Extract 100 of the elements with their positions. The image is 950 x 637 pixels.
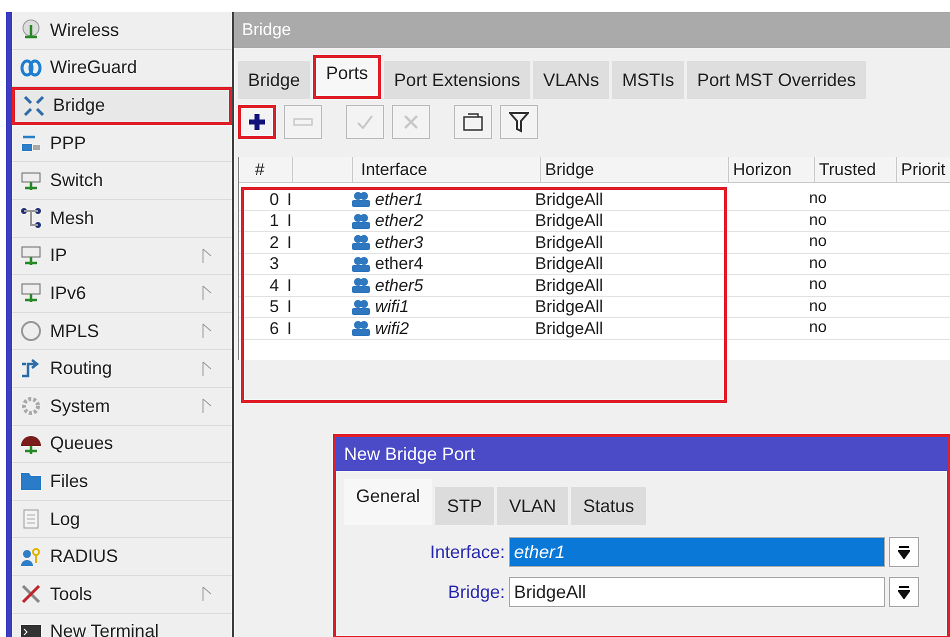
table-cell-text: wifi1 <box>375 296 410 318</box>
table-cell-text: no <box>808 254 827 274</box>
interface-icon <box>351 320 371 336</box>
table-cell-text: ether3 <box>375 232 424 254</box>
sidebar-item[interactable]: IPv6 <box>12 275 232 313</box>
link-icon <box>20 56 42 79</box>
plus-icon <box>247 112 267 132</box>
sidebar-item[interactable]: System <box>12 388 232 426</box>
sidebar-item[interactable]: Log <box>12 500 232 538</box>
table-cell-text: no <box>808 210 827 231</box>
sidebar-label: PPP <box>50 132 88 155</box>
table-row[interactable]: 2 I ether3 BridgeAll no <box>239 232 950 254</box>
sidebar-item[interactable]: Mesh <box>12 200 232 238</box>
folder-icon <box>20 470 42 492</box>
filter-icon <box>509 111 529 133</box>
table-cell-text: wifi2 <box>375 318 410 340</box>
interface-icon <box>351 277 371 294</box>
table-cell-text: BridgeAll <box>534 274 604 296</box>
table-cell-text: BridgeAll <box>534 232 604 254</box>
antenna-icon <box>20 19 42 42</box>
tab[interactable]: Port Extensions <box>384 61 530 99</box>
dropdown-arrow-icon <box>898 545 910 559</box>
dropdown-button[interactable] <box>889 537 919 567</box>
dropdown-field[interactable]: BridgeAll <box>509 577 885 607</box>
sidebar-item[interactable]: Routing <box>12 350 232 388</box>
table-cell-text: ether5 <box>375 274 424 296</box>
column-header[interactable]: Trusted <box>815 157 897 182</box>
table-cell-text: 1 <box>268 210 280 232</box>
comment-button[interactable] <box>454 105 492 139</box>
add-button[interactable] <box>238 105 276 139</box>
dropdown-button[interactable] <box>889 577 919 607</box>
sidebar-item[interactable]: Tools <box>12 576 232 614</box>
tab[interactable]: General <box>344 479 432 525</box>
interface-icon <box>351 212 371 229</box>
table-cell-text: ether1 <box>375 188 424 210</box>
sidebar-item[interactable]: Switch <box>12 162 232 200</box>
sidebar-item[interactable]: Bridge <box>12 87 232 125</box>
table-cell-text: ether2 <box>375 210 424 232</box>
sidebar-item[interactable]: MPLS <box>12 312 232 350</box>
table-cell: I <box>287 190 292 208</box>
sidebar-label: Files <box>50 470 90 493</box>
sidebar-label: RADIUS <box>50 545 120 568</box>
table-row[interactable]: 3 ether4 BridgeAll no <box>239 254 950 275</box>
column-header[interactable]: Priorit <box>897 157 950 182</box>
tab[interactable]: Bridge <box>238 61 310 99</box>
tab[interactable]: MSTIs <box>612 61 684 99</box>
table-cell-text: no <box>808 296 827 317</box>
table-cell-text: no <box>808 189 827 210</box>
minus-icon <box>293 118 313 126</box>
table-cell: I <box>287 297 292 316</box>
sidebar-item[interactable]: RADIUS <box>12 538 232 576</box>
interface-icon <box>351 191 371 208</box>
circle-icon <box>20 320 42 342</box>
sidebar-item[interactable]: Wireless <box>12 12 232 50</box>
sidebar-item[interactable]: IP <box>12 238 232 276</box>
table-cell: I <box>287 211 292 230</box>
sidebar-label: Tools <box>50 582 94 606</box>
tab[interactable]: STP <box>435 487 494 525</box>
dropdown-field[interactable]: ether1 <box>509 537 885 567</box>
table-cell-text: 0 <box>268 188 280 210</box>
table-cell-text: BridgeAll <box>534 210 604 232</box>
arrows-icon <box>23 94 45 117</box>
users-icon <box>20 546 42 568</box>
table-row[interactable]: 4 I ether5 BridgeAll no <box>239 275 950 296</box>
switch-icon <box>20 170 42 192</box>
column-header[interactable]: Bridge <box>541 157 729 182</box>
table-cell-text: BridgeAll <box>534 296 604 318</box>
field-label: Interface: <box>428 540 506 564</box>
table-row[interactable]: 0 I ether1 BridgeAll no <box>239 189 950 210</box>
table-cell-text: no <box>808 318 827 338</box>
column-header[interactable]: # <box>239 157 293 182</box>
sidebar-label: Bridge <box>53 94 106 118</box>
tab[interactable]: Status <box>571 487 646 525</box>
table-cell: I <box>287 232 292 252</box>
tab[interactable]: VLANs <box>533 61 610 99</box>
sidebar-item[interactable]: Files <box>12 463 232 501</box>
sidebar-item[interactable]: Queues <box>12 426 232 464</box>
column-header[interactable]: Interface <box>353 157 541 182</box>
sidebar-label: IPv6 <box>50 282 88 305</box>
sidebar-label: Queues <box>50 432 114 456</box>
table-cell-text: 3 <box>268 253 280 275</box>
tab[interactable]: Port MST Overrides <box>687 61 866 99</box>
sidebar-item[interactable]: PPP <box>12 124 232 162</box>
table-cell-text: no <box>808 275 827 296</box>
table-row[interactable]: 5 I wifi1 BridgeAll no <box>239 296 950 318</box>
sidebar-label: MPLS <box>50 320 100 343</box>
tab[interactable]: VLAN <box>497 487 568 525</box>
sidebar-label: Wireless <box>50 18 120 42</box>
sidebar-label: Switch <box>50 169 104 192</box>
table-row[interactable]: 6 I wifi2 BridgeAll no <box>239 318 950 340</box>
tab[interactable]: Ports <box>313 55 382 99</box>
note-icon <box>463 113 483 131</box>
filter-button[interactable] <box>500 105 538 139</box>
table-cell-text: no <box>808 232 827 252</box>
table-cell: I <box>287 318 292 338</box>
table-cell-text: 4 <box>268 274 280 296</box>
mesh-icon <box>20 207 42 230</box>
column-header[interactable]: Horizon <box>729 157 815 182</box>
table-row[interactable]: 1 I ether2 BridgeAll no <box>239 210 950 232</box>
interface-icon <box>351 256 371 272</box>
